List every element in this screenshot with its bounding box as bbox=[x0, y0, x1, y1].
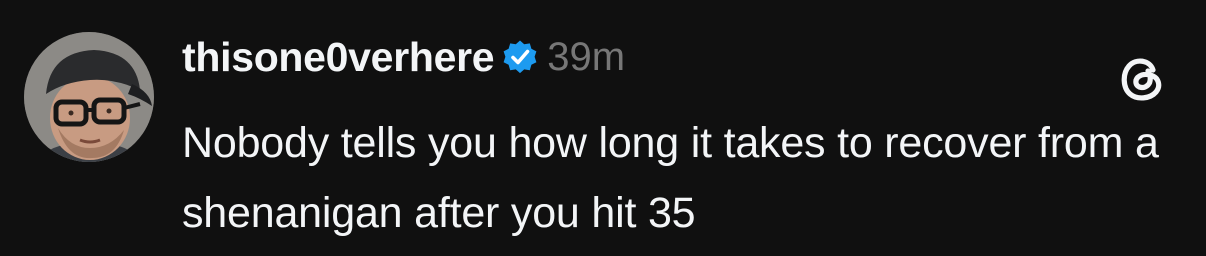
threads-logo-icon[interactable] bbox=[1116, 52, 1168, 104]
timestamp: 39m bbox=[547, 34, 626, 79]
post-header: thisone0verhere 39m bbox=[182, 32, 625, 82]
post-card: thisone0verhere 39m Nobody tells you how… bbox=[0, 0, 1206, 256]
avatar-image bbox=[24, 32, 154, 162]
verified-badge-icon bbox=[502, 39, 538, 75]
username[interactable]: thisone0verhere bbox=[182, 34, 495, 81]
avatar[interactable] bbox=[24, 32, 154, 162]
post-body-text: Nobody tells you how long it takes to re… bbox=[182, 119, 1159, 237]
